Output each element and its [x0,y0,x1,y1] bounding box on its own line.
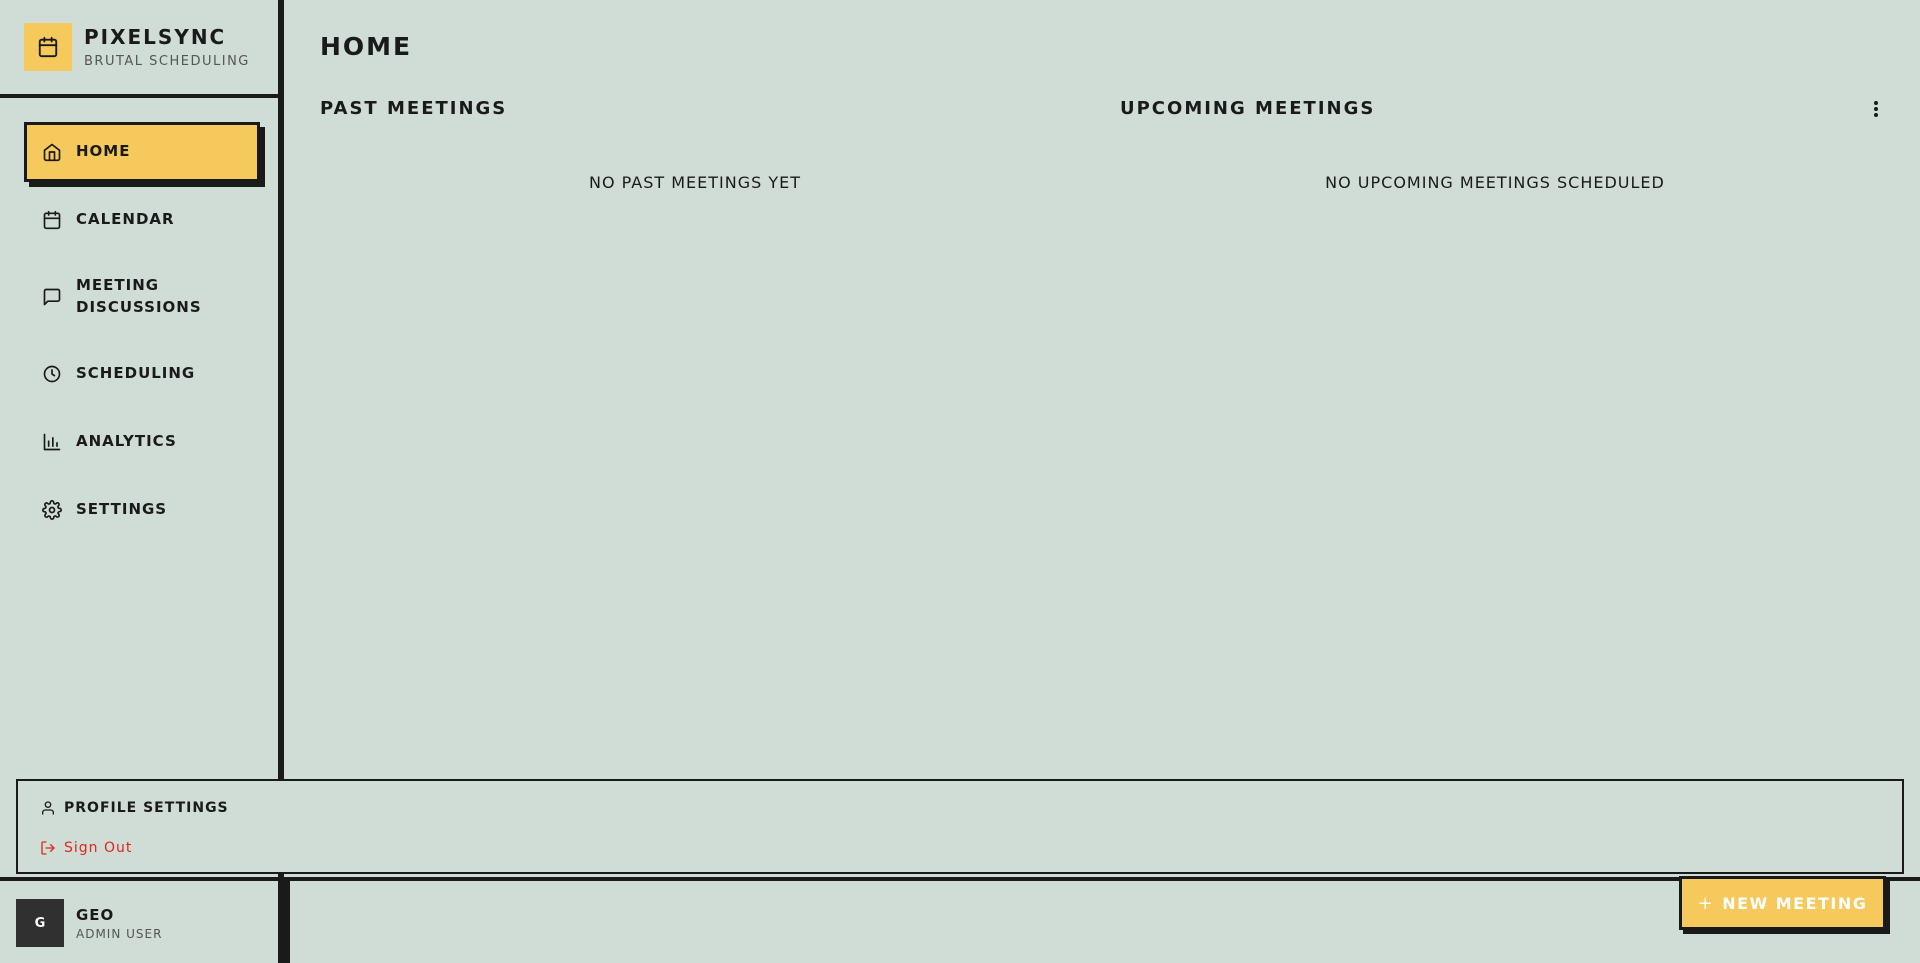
clock-icon [42,364,62,384]
sidebar-item-scheduling[interactable]: SCHEDULING [24,344,254,404]
log-out-icon [40,840,56,856]
sidebar-item-label: MEETING DISCUSSIONS [76,275,202,319]
upcoming-meetings-empty-state: NO UPCOMING MEETINGS SCHEDULED [1325,173,1665,192]
sidebar-item-settings[interactable]: SETTINGS [24,480,254,540]
calendar-icon [42,210,62,230]
sidebar-item-analytics[interactable]: ANALYTICS [24,412,254,472]
brand-subtitle: BRUTAL SCHEDULING [84,53,250,69]
sidebar-item-label: SETTINGS [76,500,168,519]
sidebar-item-home[interactable]: HOME [24,122,260,182]
sidebar-item-label-line2: DISCUSSIONS [76,298,202,316]
message-icon [42,287,62,307]
sign-out-menu-item[interactable]: Sign Out [40,840,132,856]
user-name: GEO [76,905,115,924]
plus-icon: + [1697,892,1715,914]
profile-settings-label: PROFILE SETTINGS [64,800,229,816]
avatar: G [16,899,64,947]
user-icon [40,800,56,816]
profile-settings-menu-item[interactable]: PROFILE SETTINGS [40,800,229,816]
sidebar-nav: HOME CALENDAR MEETING DISCUSSIONS SCHEDU… [0,98,278,540]
sidebar-item-label-line1: MEETING [76,276,160,295]
home-icon [42,142,62,162]
sidebar-item-meeting-discussions[interactable]: MEETING DISCUSSIONS [24,258,254,336]
user-profile-trigger[interactable]: G GEO ADMIN USER [16,899,162,947]
new-meeting-label: NEW MEETING [1722,893,1868,913]
new-meeting-button[interactable]: + NEW MEETING [1679,876,1886,930]
past-meetings-title: PAST MEETINGS [320,98,508,119]
sidebar-item-calendar[interactable]: CALENDAR [24,190,254,250]
profile-menu-popover: PROFILE SETTINGS Sign Out [16,779,1904,874]
bar-chart-icon [42,432,62,452]
brand-text: PIXELSYNC BRUTAL SCHEDULING [84,26,250,69]
user-role: ADMIN USER [76,926,163,941]
upcoming-meetings-title: UPCOMING MEETINGS [1120,98,1376,119]
gear-icon [42,500,62,520]
sign-out-label: Sign Out [64,840,133,856]
user-info: GEO ADMIN USER [76,906,162,941]
brand-name: PIXELSYNC [84,24,227,49]
app-root: PIXELSYNC BRUTAL SCHEDULING HOME CALENDA… [0,0,1920,963]
sidebar-item-label: ANALYTICS [76,432,177,451]
brand-header: PIXELSYNC BRUTAL SCHEDULING [0,0,278,98]
calendar-icon [24,23,72,71]
past-meetings-empty-state: NO PAST MEETINGS YET [588,173,801,192]
main-content: HOME PAST MEETINGS UPCOMING MEETINGS NO … [290,0,1920,780]
sidebar-item-label: CALENDAR [76,210,175,229]
more-options-button[interactable] [1868,98,1884,120]
page-title: HOME [320,32,413,61]
sidebar-item-label: SCHEDULING [76,364,196,383]
bottom-vertical-divider [284,881,290,963]
more-vertical-icon [1874,101,1878,117]
sidebar-item-label: HOME [76,142,131,161]
